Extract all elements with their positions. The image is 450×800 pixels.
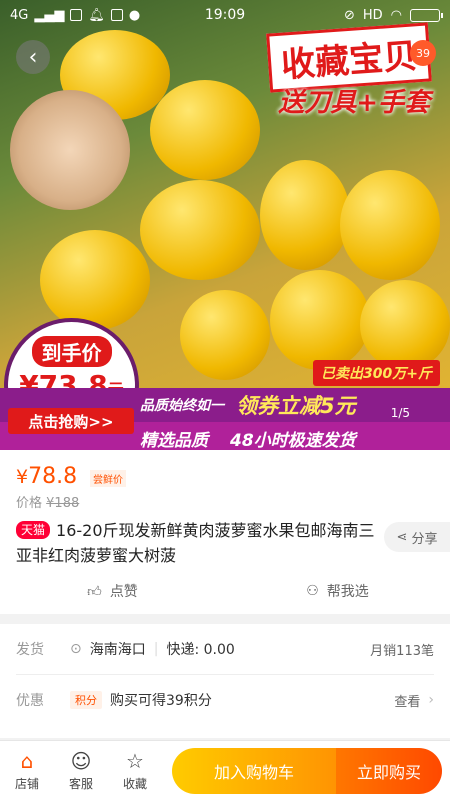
quality-slogan: 品质始终如一 [140, 398, 224, 414]
wifi-icon: ◠ [390, 7, 402, 23]
back-button[interactable]: ‹ [16, 40, 50, 74]
select-slogan: 精选品质 [140, 430, 208, 451]
signal-icon: ▂▄▆ [34, 7, 65, 23]
ship-label: 发货 [16, 642, 44, 658]
star-icon: ☆ [126, 748, 144, 773]
image-count-badge[interactable]: 39 [410, 40, 436, 66]
battery-icon [410, 8, 443, 22]
promo-label: 优惠 [16, 693, 44, 709]
express-fee: 快递: 0.00 [166, 642, 235, 658]
action-row: 👍︎ 点赞 ⚇ 帮我选 [0, 574, 450, 608]
fruit-segment [40, 230, 150, 330]
info-panel: 发货 ⊙ 海南海口 | 快递: 0.00 月销113笔 优惠 积分 购买可得39… [0, 624, 450, 738]
ship-location: 海南海口 [89, 642, 146, 658]
like-label: 点赞 [109, 584, 138, 600]
chat-icon: ● [128, 7, 141, 23]
status-bar: 4G ▂▄▆ 🔔︎ ● 19:09 ⊘ HD ◠ [0, 0, 450, 30]
share-label: 分享 [411, 531, 438, 547]
service-label: 客服 [68, 776, 93, 791]
shop-label: 店铺 [14, 776, 39, 791]
status-time: 19:09 [204, 7, 246, 23]
shop-button[interactable]: ⌂ 店铺 [0, 748, 54, 792]
promo-row[interactable]: 优惠 积分 购买可得39积分 查看 › [0, 675, 450, 725]
location-pin-icon: ⊙ [70, 641, 82, 657]
favorite-label: 收藏 [122, 776, 147, 791]
hd-label: HD [362, 7, 383, 23]
service-button[interactable]: ☺ 客服 [54, 748, 108, 792]
divider: | [153, 641, 159, 657]
points-tag: 积分 [70, 691, 102, 709]
product-summary: ¥78.8 尝鲜价 价格 ¥188 天猫 16-20斤现发新鲜黄肉菠萝蜜水果包邮海… [0, 450, 450, 614]
price-badge: 尝鲜价 [90, 470, 126, 487]
carousel-pager: 1/5 [390, 406, 410, 420]
product-title-text: 16-20斤现发新鲜黄肉菠萝蜜水果包邮海南三亚非红肉菠萝蜜大树菠 [16, 521, 375, 565]
price-circle-title: 到手价 [31, 336, 112, 367]
fruit-segment [180, 290, 270, 380]
fruit-segment [260, 160, 350, 270]
add-to-cart-button[interactable]: 加入购物车 [172, 747, 336, 794]
notification-icon [70, 9, 83, 21]
fruit-segment [360, 280, 450, 370]
network-indicator: 4G [10, 7, 29, 23]
buy-now-button[interactable]: 立即购买 [336, 747, 442, 794]
app-icon [110, 9, 123, 21]
fruit-core [10, 90, 130, 210]
share-icon: ⋖ [396, 529, 408, 545]
shipping-row[interactable]: 发货 ⊙ 海南海口 | 快递: 0.00 月销113笔 [0, 624, 450, 674]
current-price: ¥78.8 [16, 464, 78, 489]
fruit-segment [140, 180, 260, 280]
fruit-segment [150, 80, 260, 180]
bell-icon: 🔔︎ [88, 7, 105, 23]
sold-tag: 已卖出300万+斤 [313, 360, 440, 386]
product-title: 天猫 16-20斤现发新鲜黄肉菠萝蜜水果包邮海南三亚非红肉菠萝蜜大树菠 [16, 518, 376, 568]
product-image-carousel[interactable]: 收藏宝贝 送刀具+手套 已卖出300万+斤 到手价 ¥73.8元 品质始终如一 … [0, 0, 450, 450]
favorite-button[interactable]: ☆ 收藏 [108, 748, 162, 792]
chevron-right-icon: › [428, 692, 434, 708]
share-button[interactable]: ⋖ 分享 [384, 522, 450, 552]
help-choose-button[interactable]: ⚇ 帮我选 [225, 574, 450, 608]
help-label: 帮我选 [326, 584, 369, 600]
chevron-left-icon: ‹ [28, 44, 38, 70]
gift-banner: 送刀具+手套 [278, 88, 430, 118]
fruit-segment [340, 170, 440, 280]
monthly-sales: 月销113笔 [370, 643, 434, 659]
customer-service-icon: ☺ [70, 748, 92, 773]
store-icon: ⌂ [20, 748, 34, 773]
original-price: 价格 ¥188 [16, 496, 80, 511]
bottom-action-bar: ⌂ 店铺 ☺ 客服 ☆ 收藏 加入购物车 立即购买 [0, 740, 450, 800]
points-text: 购买可得39积分 [110, 693, 212, 709]
shipping-slogan: 48小时极速发货 [230, 430, 356, 451]
mute-icon: ⊘ [343, 7, 355, 23]
view-link[interactable]: 查看 [394, 691, 420, 710]
friends-icon: ⚇ [306, 583, 319, 599]
like-button[interactable]: 👍︎ 点赞 [0, 574, 225, 608]
coupon-slogan: 领券立减5元 [236, 394, 356, 418]
tmall-tag: 天猫 [16, 521, 51, 539]
grab-button: 点击抢购>> [8, 408, 134, 434]
thumbs-up-icon: 👍︎ [87, 583, 102, 600]
fruit-segment [270, 270, 370, 370]
